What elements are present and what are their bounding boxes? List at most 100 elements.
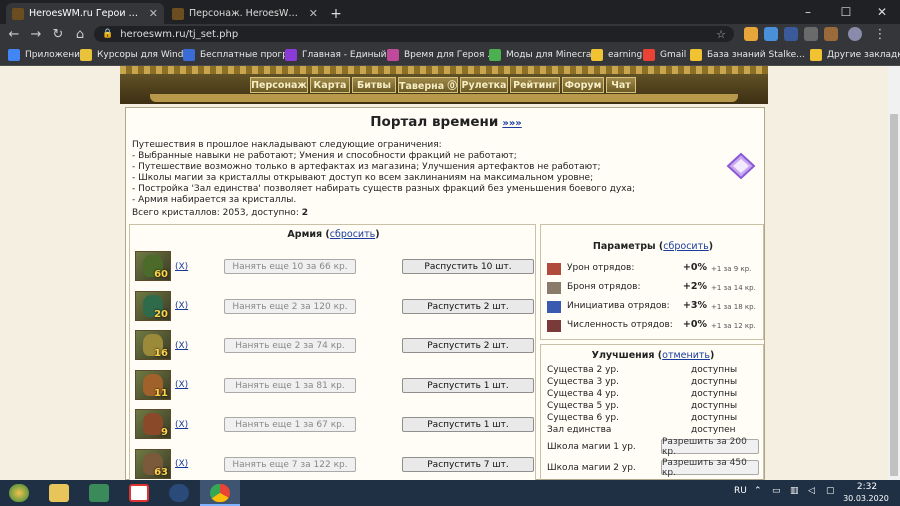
unlock-school-2-button[interactable]: Разрешить за 450 кр. [661, 458, 759, 478]
dismiss-button[interactable]: Распустить 2 шт. [402, 338, 534, 353]
unlock-school-1-button[interactable]: Разрешить за 200 кр. [661, 437, 759, 457]
menu-forum[interactable]: Форум [562, 77, 604, 93]
profile-avatar[interactable] [848, 27, 862, 41]
taskbar-explorer[interactable] [42, 481, 76, 505]
close-icon[interactable]: ✕ [309, 7, 318, 20]
bookmark-item[interactable]: Gmail [643, 47, 686, 63]
menu-character[interactable]: Персонаж [250, 77, 308, 93]
hire-button[interactable]: Нанять еще 2 за 120 кр. [224, 299, 356, 314]
taskbar-chrome[interactable] [203, 481, 237, 505]
intro-line: - Выбранные навыки не работают; Умения и… [132, 151, 517, 161]
taskbar-app[interactable] [162, 481, 196, 505]
unit-portrait[interactable]: 9 [135, 409, 171, 439]
bookmark-label: Другие закладки [827, 50, 900, 60]
params-reset-link[interactable]: сбросить [663, 241, 708, 252]
chat-icon[interactable]: ▢ [826, 486, 835, 496]
menu-rating[interactable]: Рейтинг [510, 77, 560, 93]
bookmark-item[interactable]: База знаний Stalke... [690, 47, 805, 63]
unit-count: 63 [154, 467, 168, 478]
minimize-button[interactable]: – [790, 0, 826, 24]
bookmark-icon [80, 49, 92, 61]
hire-button[interactable]: Нанять еще 1 за 67 кр. [224, 417, 356, 432]
unit-portrait[interactable]: 63 [135, 449, 171, 479]
menu-battles[interactable]: Битвы [352, 77, 396, 93]
bookmark-icon [387, 49, 399, 61]
dismiss-button[interactable]: Распустить 7 шт. [402, 457, 534, 472]
close-icon[interactable]: ✕ [149, 7, 158, 20]
unit-portrait[interactable]: 60 [135, 251, 171, 281]
menu-map[interactable]: Карта [310, 77, 350, 93]
forward-arrow-icon[interactable]: → [26, 24, 46, 44]
browser-tab-1[interactable]: HeroesWM.ru Герои войны и де ✕ [6, 3, 164, 24]
window-close-button[interactable]: ✕ [864, 0, 900, 24]
language-indicator[interactable]: RU [734, 486, 747, 496]
army-reset-link[interactable]: сбросить [330, 229, 375, 240]
menu-chat[interactable]: Чат [606, 77, 636, 93]
remove-unit-link[interactable]: (X) [175, 301, 188, 311]
unit-portrait[interactable]: 16 [135, 330, 171, 360]
hire-button[interactable]: Нанять еще 1 за 81 кр. [224, 378, 356, 393]
param-cost-link[interactable]: +1 за 18 кр. [711, 303, 756, 311]
network-icon[interactable]: ▥ [790, 486, 799, 496]
dismiss-button[interactable]: Распустить 10 шт. [402, 259, 534, 274]
back-arrow-icon[interactable]: ← [4, 24, 24, 44]
new-tab-button[interactable]: + [326, 3, 346, 24]
star-icon[interactable]: ☆ [716, 28, 726, 41]
dismiss-button[interactable]: Распустить 1 шт. [402, 417, 534, 432]
remove-unit-link[interactable]: (X) [175, 341, 188, 351]
param-cost-link[interactable]: +1 за 14 кр. [711, 284, 756, 292]
taskbar-app[interactable] [122, 481, 156, 505]
tab-title: Персонаж. HeroesWM.ru Герои [189, 8, 303, 19]
scrollbar-thumb[interactable] [890, 114, 898, 476]
menu-label: Рейтинг [513, 79, 557, 91]
menu-roulette[interactable]: Рулетка [460, 77, 508, 93]
clock-time[interactable]: 2:32 [846, 482, 888, 492]
hire-button[interactable]: Нанять еще 10 за 66 кр. [224, 259, 356, 274]
home-icon[interactable]: ⌂ [70, 24, 90, 44]
unit-portrait[interactable]: 11 [135, 370, 171, 400]
gmail-icon [643, 49, 655, 61]
start-button[interactable] [2, 481, 36, 505]
bookmark-item[interactable]: Другие закладки [810, 47, 900, 63]
bookmark-item[interactable]: Приложения [8, 47, 85, 63]
upgrades-cancel-link[interactable]: отменить [662, 350, 710, 361]
extension-icon[interactable] [744, 27, 758, 41]
extension-icon[interactable] [784, 27, 798, 41]
dismiss-button[interactable]: Распустить 1 шт. [402, 378, 534, 393]
bookmark-item[interactable]: Бесплатные прогр... [183, 47, 297, 63]
bookmark-item[interactable]: earning [591, 47, 642, 63]
extension-icon[interactable] [804, 27, 818, 41]
upgrade-label: Существа 4 ур. [547, 389, 619, 399]
taskbar-app[interactable] [82, 481, 116, 505]
menu-dots-icon[interactable]: ⋮ [870, 24, 890, 44]
volume-icon[interactable]: ◁ [808, 486, 815, 496]
bookmark-item[interactable]: Моды для Minecraf... [489, 47, 602, 63]
hire-button[interactable]: Нанять еще 2 за 74 кр. [224, 338, 356, 353]
battery-icon[interactable]: ▭ [772, 486, 781, 496]
remove-unit-link[interactable]: (X) [175, 262, 188, 272]
remove-unit-link[interactable]: (X) [175, 459, 188, 469]
clock-date[interactable]: 30.03.2020 [838, 494, 894, 503]
browser-tab-2[interactable]: Персонаж. HeroesWM.ru Герои ✕ [166, 3, 324, 24]
extension-icon[interactable] [764, 27, 778, 41]
reload-icon[interactable]: ↻ [48, 24, 68, 44]
dismiss-button[interactable]: Распустить 2 шт. [402, 299, 534, 314]
bookmark-item[interactable]: Время для Героя ... [387, 47, 496, 63]
lock-icon: 🔒 [102, 29, 114, 39]
menu-label: Чат [611, 79, 631, 91]
maximize-button[interactable]: ☐ [828, 0, 864, 24]
param-cost-link[interactable]: +1 за 12 кр. [711, 322, 756, 330]
chevron-up-icon[interactable]: ⌃ [754, 486, 762, 496]
more-link[interactable]: »»» [502, 118, 521, 129]
remove-unit-link[interactable]: (X) [175, 380, 188, 390]
menu-tavern[interactable]: Таверна ⓪ [398, 77, 458, 93]
remove-unit-link[interactable]: (X) [175, 420, 188, 430]
bookmark-item[interactable]: Главная - Единый... [285, 47, 395, 63]
param-cost-link[interactable]: +1 за 9 кр. [711, 265, 751, 273]
hire-button[interactable]: Нанять еще 7 за 122 кр. [224, 457, 356, 472]
bookmark-item[interactable]: Курсоры для Wind... [80, 47, 192, 63]
unit-portrait[interactable]: 20 [135, 291, 171, 321]
extension-icon[interactable] [824, 27, 838, 41]
address-bar[interactable]: 🔒 heroeswm.ru/tj_set.php ☆ [94, 26, 734, 42]
chrome-icon [210, 484, 230, 502]
